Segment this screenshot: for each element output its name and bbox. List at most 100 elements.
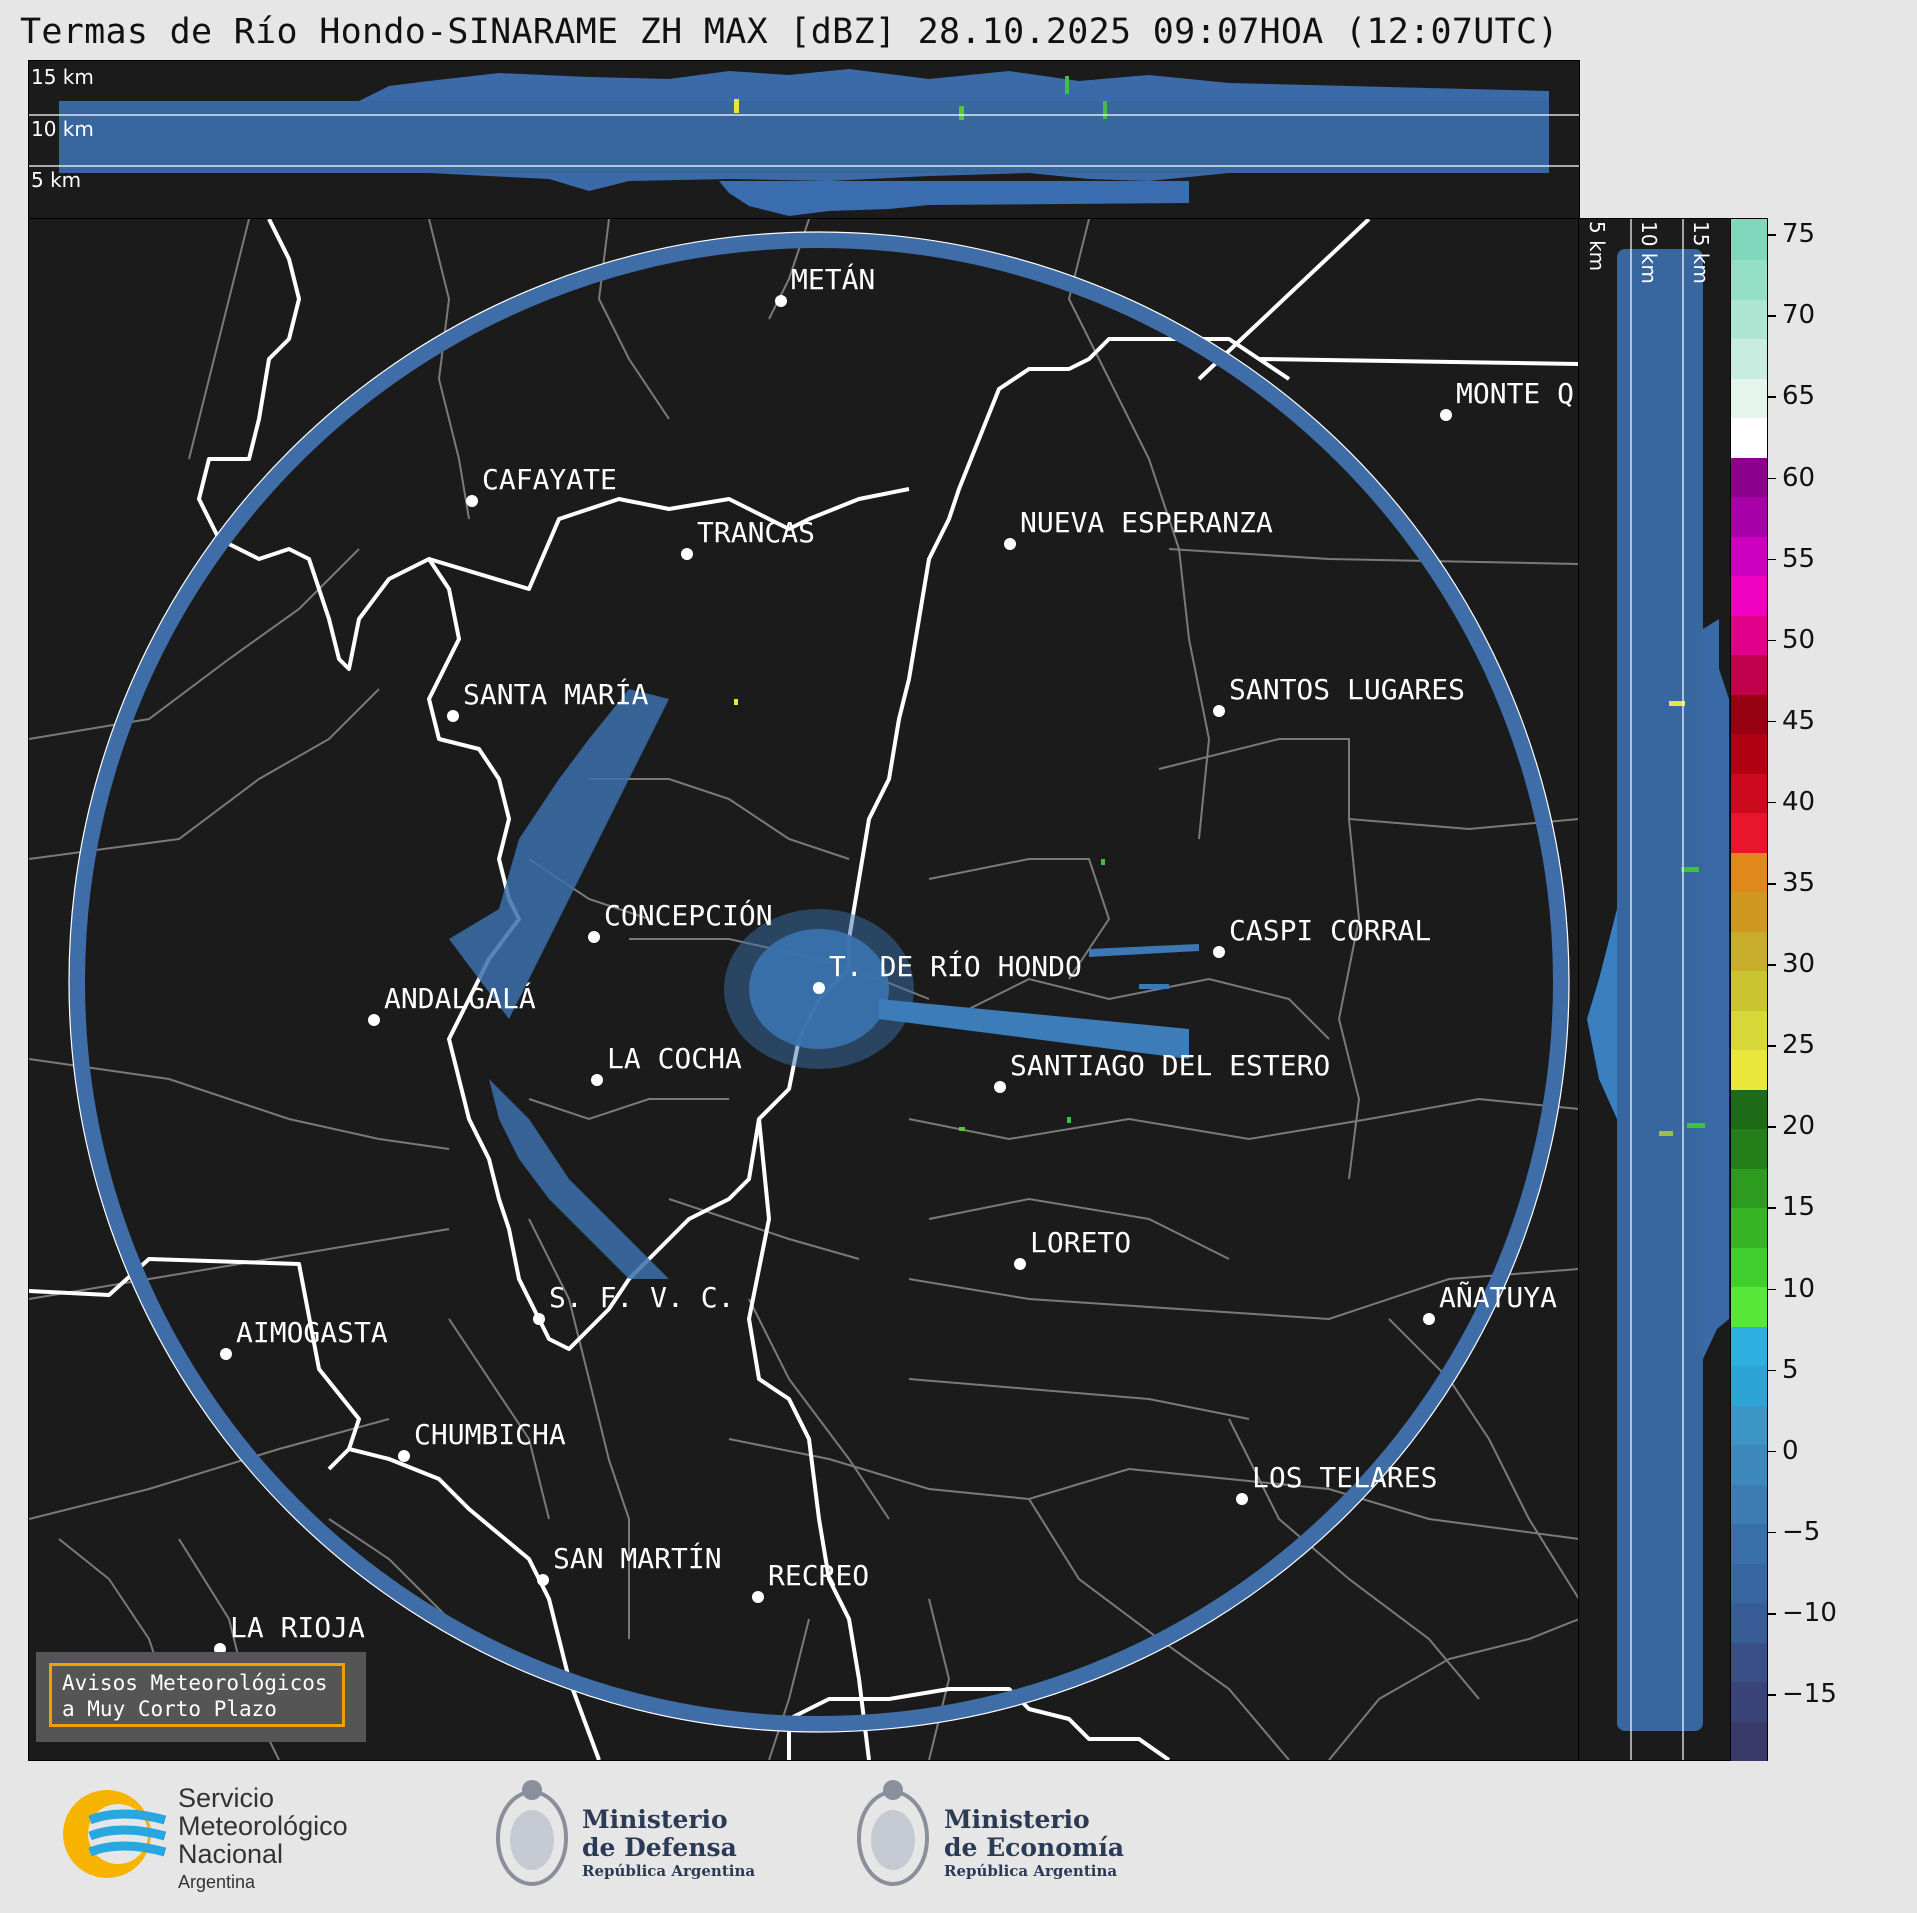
colorbar-segment	[1731, 1364, 1767, 1406]
svg-text:SANTOS LUGARES: SANTOS LUGARES	[1229, 673, 1465, 706]
smn-line-1: Servicio	[178, 1783, 275, 1813]
defensa-seal-icon	[496, 1780, 568, 1886]
colorbar-tick-label: 40	[1782, 786, 1816, 817]
colorbar-segment	[1731, 535, 1767, 577]
colorbar-segment	[1731, 772, 1767, 814]
colorbar-tick	[1768, 396, 1776, 398]
alt-label-5km: 5 km	[31, 168, 82, 192]
colorbar-segment	[1731, 258, 1767, 300]
colorbar-segment	[1731, 890, 1767, 932]
colorbar-segment	[1731, 1246, 1767, 1288]
defensa-logo-text: Ministerio de Defensa República Argentin…	[582, 1805, 755, 1881]
defensa-line-2: de Defensa	[582, 1833, 737, 1862]
smn-line-4: Argentina	[178, 1872, 256, 1892]
colorbar-tick	[1768, 1369, 1776, 1372]
colorbar-tick	[1768, 1045, 1776, 1047]
colorbar-segment	[1731, 337, 1767, 379]
colorbar-segment	[1731, 416, 1767, 458]
colorbar-segment	[1731, 1443, 1767, 1485]
colorbar-tick	[1768, 315, 1776, 317]
city-caspi-corral: CASPI CORRAL	[1213, 914, 1431, 958]
colorbar-tick	[1768, 1694, 1776, 1696]
colorbar	[1730, 218, 1768, 1762]
alt-label-10km: 10 km	[31, 117, 94, 141]
colorbar-segment	[1731, 1167, 1767, 1209]
colorbar-segment	[1731, 1048, 1767, 1090]
svg-text:LA COCHA: LA COCHA	[607, 1042, 742, 1075]
colorbar-tick	[1768, 964, 1776, 966]
colorbar-segment	[1731, 1009, 1767, 1051]
colorbar-segment	[1731, 574, 1767, 616]
colorbar-segment	[1731, 1601, 1767, 1643]
colorbar-segment	[1731, 1522, 1767, 1564]
city-markers: METÁN MONTE Q CAFAYATE TRANCAS NUEVA ESP…	[214, 262, 1574, 1655]
colorbar-tick-label: 15	[1782, 1192, 1816, 1223]
radar-echoes	[449, 689, 1199, 1279]
warning-box: Avisos Meteorológicos a Muy Corto Plazo	[36, 1652, 366, 1742]
colorbar-tick	[1768, 558, 1776, 561]
side-cross-section-plot	[1587, 219, 1729, 1760]
economia-line-2: de Economía	[944, 1833, 1125, 1862]
side-alt-label-5km: 5 km	[1585, 221, 1609, 272]
city-aimogasta: AIMOGASTA	[220, 1316, 388, 1360]
svg-text:SANTIAGO DEL ESTERO: SANTIAGO DEL ESTERO	[1010, 1049, 1330, 1082]
colorbar-tick-label: 65	[1782, 381, 1816, 412]
city-la-cocha: LA COCHA	[591, 1042, 742, 1086]
svg-text:SAN MARTÍN: SAN MARTÍN	[553, 1541, 722, 1575]
colorbar-tick	[1768, 720, 1776, 723]
colorbar-segment	[1731, 219, 1767, 260]
colorbar-tick-label: −5	[1782, 1516, 1821, 1547]
colorbar-tick-label: 0	[1782, 1435, 1799, 1466]
page-title: Termas de Río Hondo-SINARAME ZH MAX [dBZ…	[20, 12, 1559, 52]
svg-text:ANDALGALÁ: ANDALGALÁ	[384, 981, 536, 1015]
city-santos-lugares: SANTOS LUGARES	[1213, 673, 1465, 717]
colorbar-tick-label: 30	[1782, 949, 1816, 980]
side-alt-label-15km: 15 km	[1689, 221, 1713, 284]
smn-line-3: Nacional	[178, 1839, 284, 1869]
colorbar-segment	[1731, 614, 1767, 656]
svg-text:RECREO: RECREO	[768, 1559, 869, 1592]
city-trancas: TRANCAS	[681, 516, 815, 560]
city-sfvc: S. F. V. C.	[533, 1281, 734, 1325]
colorbar-segment	[1731, 1641, 1767, 1683]
city-cafayate: CAFAYATE	[466, 463, 617, 507]
colorbar-tick-label: 70	[1782, 300, 1816, 331]
colorbar-segment	[1731, 377, 1767, 419]
colorbar-tick-label: 35	[1782, 868, 1816, 899]
svg-text:MONTE Q: MONTE Q	[1456, 377, 1574, 410]
svg-text:NUEVA ESPERANZA: NUEVA ESPERANZA	[1020, 506, 1273, 539]
colorbar-tick	[1768, 477, 1776, 480]
city-nueva-esperanza: NUEVA ESPERANZA	[1004, 506, 1273, 550]
side-alt-label-10km: 10 km	[1637, 221, 1661, 284]
svg-text:S. F. V. C.: S. F. V. C.	[549, 1281, 734, 1314]
colorbar-segment	[1731, 732, 1767, 774]
economia-line-1: Ministerio	[944, 1805, 1090, 1834]
svg-text:CHUMBICHA: CHUMBICHA	[414, 1418, 566, 1451]
svg-text:LA RIOJA: LA RIOJA	[230, 1611, 365, 1644]
svg-text:LORETO: LORETO	[1030, 1226, 1131, 1259]
colorbar-tick	[1768, 1288, 1776, 1291]
defensa-line-1: Ministerio	[582, 1805, 728, 1834]
colorbar-segment	[1731, 969, 1767, 1011]
radar-map-panel: METÁN MONTE Q CAFAYATE TRANCAS NUEVA ESP…	[28, 218, 1580, 1761]
colorbar-segment	[1731, 1285, 1767, 1327]
colorbar-segment	[1731, 930, 1767, 972]
radar-map: METÁN MONTE Q CAFAYATE TRANCAS NUEVA ESP…	[29, 219, 1579, 1760]
colorbar-tick	[1768, 1450, 1776, 1453]
colorbar-tick-label: 60	[1782, 462, 1816, 493]
svg-text:SANTA MARÍA: SANTA MARÍA	[463, 677, 649, 711]
colorbar-tick-label: −10	[1782, 1598, 1837, 1628]
city-loreto: LORETO	[1014, 1226, 1131, 1270]
colorbar-tick	[1768, 801, 1776, 804]
colorbar-segment	[1731, 1088, 1767, 1130]
svg-text:LOS TELARES: LOS TELARES	[1252, 1461, 1437, 1494]
colorbar-tick-label: 10	[1782, 1273, 1816, 1304]
city-concepcion: CONCEPCIÓN	[588, 898, 773, 943]
colorbar-tick-label: 20	[1782, 1111, 1816, 1142]
colorbar-segment	[1731, 653, 1767, 695]
colorbar-segment	[1731, 811, 1767, 853]
svg-text:AÑATUYA: AÑATUYA	[1439, 1280, 1557, 1314]
colorbar-segment	[1731, 1562, 1767, 1604]
top-cross-section-panel: 15 km 10 km 5 km	[28, 60, 1580, 220]
colorbar-segment	[1731, 1127, 1767, 1169]
